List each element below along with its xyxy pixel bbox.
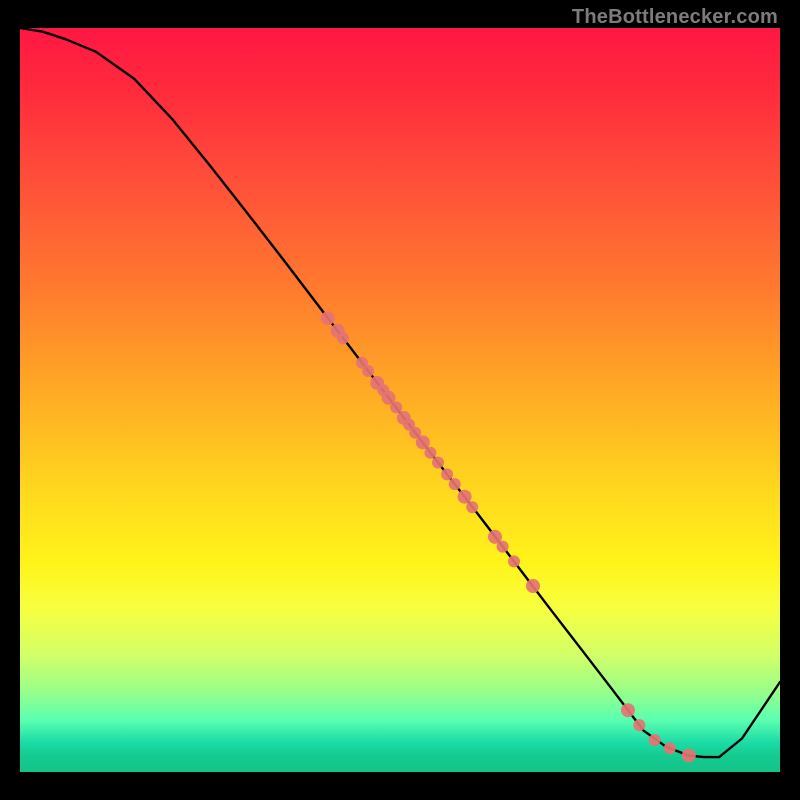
data-point	[390, 401, 402, 413]
data-point	[441, 468, 453, 480]
data-point	[508, 555, 520, 567]
data-point	[362, 365, 374, 377]
watermark-text: TheBottlenecker.com	[572, 6, 778, 29]
data-point	[466, 501, 478, 513]
bottleneck-curve	[20, 28, 780, 757]
data-point	[621, 703, 635, 717]
data-point	[449, 478, 461, 490]
data-point	[633, 719, 645, 731]
data-point	[337, 332, 349, 344]
data-point	[497, 541, 509, 553]
chart-frame: TheBottlenecker.com	[0, 0, 800, 800]
data-points	[321, 311, 696, 762]
data-point	[321, 311, 335, 325]
data-point	[664, 742, 676, 754]
chart-overlay	[20, 28, 780, 772]
data-point	[458, 490, 472, 504]
data-point	[682, 749, 696, 763]
data-point	[649, 734, 661, 746]
data-point	[424, 447, 436, 459]
data-point	[416, 435, 430, 449]
data-point	[432, 457, 444, 469]
data-point	[526, 579, 540, 593]
